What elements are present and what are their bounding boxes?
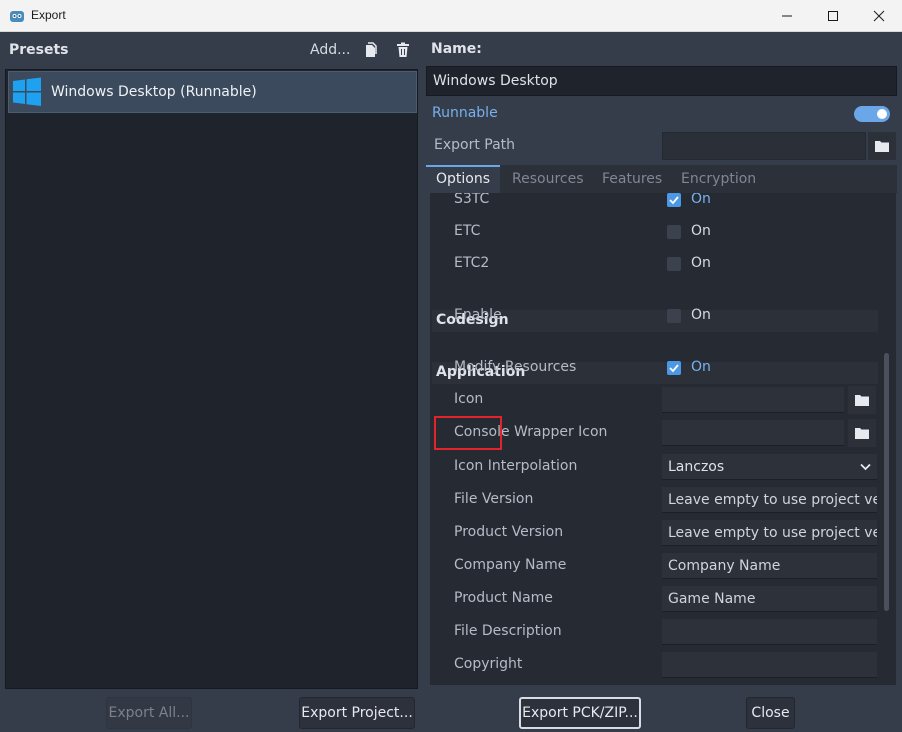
product-name-input[interactable]: Game Name [662,586,877,612]
export-path-browse-button[interactable] [868,132,896,160]
option-row-product-name: Product Name Game Name [430,583,878,615]
toggle-knob [877,109,887,119]
option-label: Icon [454,391,484,407]
option-label: Product Name [454,590,553,606]
option-row-company-name: Company Name Company Name [430,550,878,582]
option-row-icon: Icon [430,384,878,416]
option-label: Product Version [454,524,564,540]
icon-browse-button[interactable] [848,386,876,414]
minimize-button[interactable] [764,0,810,32]
select-value: Lanczos [668,458,725,475]
close-icon [873,10,885,22]
option-row-copyright: Copyright [430,649,878,681]
console-wrapper-icon-browse-button[interactable] [848,419,876,447]
tab-resources[interactable]: Resources [512,165,584,193]
option-label: Enable [454,307,502,323]
maximize-button[interactable] [810,0,856,32]
option-row-enable: Enable On [430,300,878,332]
godot-app-icon [10,11,24,22]
option-label: Modify Resources [454,359,577,375]
option-label: File Description [454,623,562,639]
option-row-product-version: Product Version Leave empty to use proje… [430,517,878,549]
option-label: ETC [454,223,481,239]
close-button[interactable]: Close [746,697,795,729]
icon-interpolation-select[interactable]: Lanczos [662,454,877,480]
tab-options[interactable]: Options [426,165,501,193]
preset-list: Windows Desktop (Runnable) [5,69,418,689]
minimize-icon [782,15,792,17]
option-row-modify-resources: Modify Resources On [430,352,878,384]
duplicate-icon[interactable] [364,42,378,58]
option-row-file-version: File Version Leave empty to use project … [430,484,878,516]
checkmark-icon [669,196,679,205]
preset-item-windows-desktop[interactable]: Windows Desktop (Runnable) [8,71,417,113]
etc-checkbox[interactable] [667,225,681,239]
name-label: Name: [431,41,482,57]
option-row-etc2: ETC2 On [430,248,878,280]
add-preset-button[interactable]: Add... [310,42,350,58]
folder-icon [875,141,889,152]
preset-name-input[interactable]: Windows Desktop [426,66,897,96]
option-label: Copyright [454,656,523,672]
export-dialog: Presets Add... Windows Desktop (Runnable… [0,32,902,732]
icon-path-input[interactable] [662,387,844,413]
option-row-s3tc: S3TC On [430,193,878,216]
window-title: Export [31,8,66,22]
tab-encryption[interactable]: Encryption [681,165,756,193]
options-scrollbar[interactable] [884,353,889,611]
close-window-button[interactable] [856,0,902,32]
s3tc-checkbox[interactable] [667,193,681,207]
codesign-enable-checkbox[interactable] [667,309,681,323]
company-name-input[interactable]: Company Name [662,553,877,579]
export-project-button[interactable]: Export Project... [299,697,415,729]
option-row-icon-interpolation: Icon Interpolation Lanczos [430,451,878,483]
modify-resources-checkbox[interactable] [667,361,681,375]
console-wrapper-icon-input[interactable] [662,420,844,446]
option-row-etc: ETC On [430,216,878,248]
export-all-button[interactable]: Export All... [106,697,192,729]
checkbox-value: On [691,193,711,207]
etc2-checkbox[interactable] [667,257,681,271]
chevron-down-icon [860,463,871,470]
runnable-label: Runnable [432,105,498,121]
checkmark-icon [669,364,679,373]
folder-icon [855,395,869,406]
maximize-icon [828,11,838,21]
presets-header: Presets [9,42,69,58]
checkbox-value: On [691,359,711,375]
title-bar: Export [0,0,902,32]
icon-highlight-box [434,416,502,450]
file-version-input[interactable]: Leave empty to use project ver [662,487,877,513]
option-label: Company Name [454,557,567,573]
option-label: S3TC [454,193,490,207]
file-description-input[interactable] [662,619,877,645]
tab-features[interactable]: Features [602,165,662,193]
delete-icon[interactable] [396,42,410,58]
export-path-input[interactable] [662,132,866,160]
option-label: ETC2 [454,255,490,271]
export-path-label: Export Path [434,137,516,153]
export-pck-zip-button[interactable]: Export PCK/ZIP... [519,697,641,729]
windows-logo-icon [13,77,41,106]
product-version-input[interactable]: Leave empty to use project ver [662,520,877,546]
tab-bar: Options Resources Features Encryption [426,165,897,193]
runnable-toggle[interactable] [854,106,890,122]
checkbox-value: On [691,223,711,239]
checkbox-value: On [691,255,711,271]
option-label: Icon Interpolation [454,458,578,474]
folder-icon [855,428,869,439]
copyright-input[interactable] [662,652,877,678]
preset-item-label: Windows Desktop (Runnable) [51,84,257,100]
option-row-file-description: File Description [430,616,878,648]
checkbox-value: On [691,307,711,323]
option-label: File Version [454,491,534,507]
